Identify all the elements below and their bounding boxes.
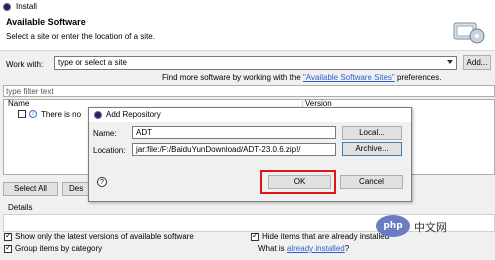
window-title: Install <box>16 2 37 11</box>
hide-installed-checkbox[interactable] <box>251 231 259 241</box>
install-wizard-icon <box>453 22 485 44</box>
watermark-text: 中文网 <box>414 221 447 234</box>
eclipse-icon <box>3 3 11 11</box>
work-with-combo[interactable]: type or select a site <box>54 56 457 70</box>
work-with-value: type or select a site <box>58 58 127 67</box>
filter-input[interactable]: type filter text <box>3 85 495 97</box>
latest-versions-label: Show only the latest versions of availab… <box>15 232 194 241</box>
find-more-text: Find more software by working with the "… <box>162 73 441 82</box>
what-is-suffix: ? <box>344 244 350 253</box>
what-is-installed-text: What is already installed? <box>258 244 349 253</box>
page-title: Available Software <box>6 17 86 27</box>
latest-versions-checkbox[interactable] <box>4 231 12 241</box>
work-with-label: Work with: <box>6 60 44 69</box>
name-label: Name: <box>93 129 117 138</box>
group-by-category-checkbox[interactable] <box>4 243 12 253</box>
name-field[interactable]: ADT <box>132 126 336 139</box>
already-installed-link[interactable]: already installed <box>287 244 345 253</box>
list-item-text: There is no <box>41 110 82 119</box>
page-subtitle: Select a site or enter the location of a… <box>6 32 155 41</box>
details-label: Details <box>8 203 33 212</box>
select-all-button[interactable]: Select All <box>3 182 58 196</box>
column-header-name[interactable]: Name <box>8 99 29 108</box>
help-icon[interactable]: ? <box>97 177 107 187</box>
cancel-button[interactable]: Cancel <box>340 175 403 189</box>
location-label: Location: <box>93 146 126 155</box>
archive-button[interactable]: Archive... <box>342 142 402 156</box>
add-site-button[interactable]: Add... <box>463 55 491 70</box>
php-logo: php <box>376 215 410 237</box>
ok-button[interactable]: OK <box>268 175 331 189</box>
list-item-checkbox[interactable] <box>18 110 26 118</box>
info-icon: i <box>29 110 37 118</box>
find-more-prefix: Find more software by working with the <box>162 73 303 82</box>
chevron-down-icon[interactable] <box>447 60 453 64</box>
local-button[interactable]: Local... <box>342 126 402 140</box>
group-by-category-label: Group items by category <box>15 244 103 253</box>
dialog-title: Add Repository <box>106 110 161 119</box>
hide-installed-label: Hide items that are already installed <box>262 232 390 241</box>
window-titlebar <box>0 0 495 14</box>
location-field[interactable]: jar:file:/F:/BaiduYunDownload/ADT-23.0.6… <box>132 143 336 156</box>
find-more-suffix: preferences. <box>394 73 442 82</box>
eclipse-icon <box>94 111 102 119</box>
available-software-sites-link[interactable]: "Available Software Sites" <box>303 73 395 82</box>
what-is-prefix: What is <box>258 244 287 253</box>
